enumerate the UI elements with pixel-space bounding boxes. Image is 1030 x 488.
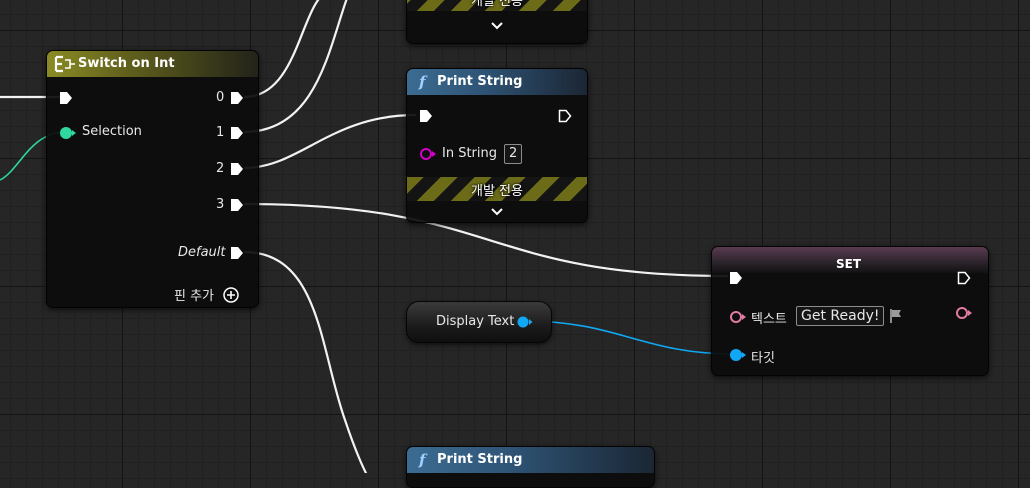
output-2-label: 2 [216, 161, 225, 176]
exec-wire-2[interactable] [243, 113, 417, 170]
display-text-output-pin[interactable] [517, 315, 533, 329]
function-icon: f [419, 73, 426, 91]
display-text-label: Display Text [436, 314, 515, 329]
set-node[interactable]: SET 텍스트 Get Ready! 타깃 [711, 246, 989, 376]
in-string-pin[interactable] [419, 147, 437, 161]
exec-in-pin[interactable] [59, 91, 73, 105]
output-1-label: 1 [216, 125, 225, 140]
dev-only-strip: 개발 전용 [407, 177, 587, 201]
dev-only-label: 개발 전용 [471, 184, 523, 199]
selection-label: Selection [82, 124, 142, 139]
add-pin-label: 핀 추가 [174, 289, 215, 304]
exec-out-pin-default[interactable] [230, 246, 244, 260]
function-icon: f [419, 451, 426, 469]
set-node-title: SET [836, 257, 862, 271]
in-string-label: In String [442, 146, 498, 161]
dev-only-strip: 개발 전용 [407, 0, 587, 11]
target-pin[interactable] [729, 348, 747, 362]
exec-out-pin-0[interactable] [230, 91, 244, 105]
dev-only-label: 개발 전용 [471, 0, 523, 9]
print-string-node[interactable]: f Print String In String 2 개발 전용 [406, 68, 588, 223]
text-pin[interactable] [729, 310, 747, 324]
in-string-input[interactable]: 2 [504, 144, 523, 164]
exec-in-pin[interactable] [729, 271, 743, 285]
exec-wire-1[interactable] [243, 0, 350, 134]
exec-wire-default[interactable] [243, 250, 370, 473]
bottom-print-string-title: Print String [437, 452, 523, 467]
bottom-print-string-node[interactable]: f Print String [406, 446, 655, 488]
print-string-header[interactable]: f Print String [407, 69, 587, 95]
exec-out-pin-2[interactable] [230, 162, 244, 176]
switch-on-int-node[interactable]: Switch on Int Selection 0 1 2 3 Default … [46, 50, 259, 308]
default-label: Default [178, 245, 226, 260]
chevron-down-icon[interactable] [407, 205, 587, 219]
exec-out-pin[interactable] [957, 271, 971, 285]
exec-out-pin-3[interactable] [230, 198, 244, 212]
localization-flag-icon[interactable] [888, 308, 904, 324]
top-partial-node[interactable]: 개발 전용 [406, 0, 588, 44]
exec-out-pin[interactable] [558, 109, 572, 123]
switch-node-title: Switch on Int [78, 56, 175, 71]
add-pin-button[interactable]: 핀 추가 [174, 285, 239, 304]
target-label: 타깃 [751, 351, 775, 366]
text-label: 텍스트 [751, 312, 787, 327]
object-wire-target[interactable] [522, 320, 736, 355]
output-3-label: 3 [216, 197, 225, 212]
plus-circle-icon [223, 287, 239, 303]
display-text-node[interactable]: Display Text [406, 301, 552, 343]
text-output-pin[interactable] [955, 306, 973, 320]
exec-out-pin-1[interactable] [230, 126, 244, 140]
chevron-down-icon[interactable] [407, 19, 587, 33]
print-string-title: Print String [437, 74, 523, 89]
switch-icon [54, 54, 76, 78]
switch-node-header[interactable]: Switch on Int [47, 51, 258, 77]
set-node-header[interactable]: SET [712, 247, 988, 273]
bottom-print-string-header[interactable]: f Print String [407, 447, 654, 473]
output-0-label: 0 [216, 90, 225, 105]
text-value-input[interactable]: Get Ready! [796, 306, 885, 326]
exec-in-pin[interactable] [419, 109, 433, 123]
selection-pin[interactable] [59, 126, 77, 140]
